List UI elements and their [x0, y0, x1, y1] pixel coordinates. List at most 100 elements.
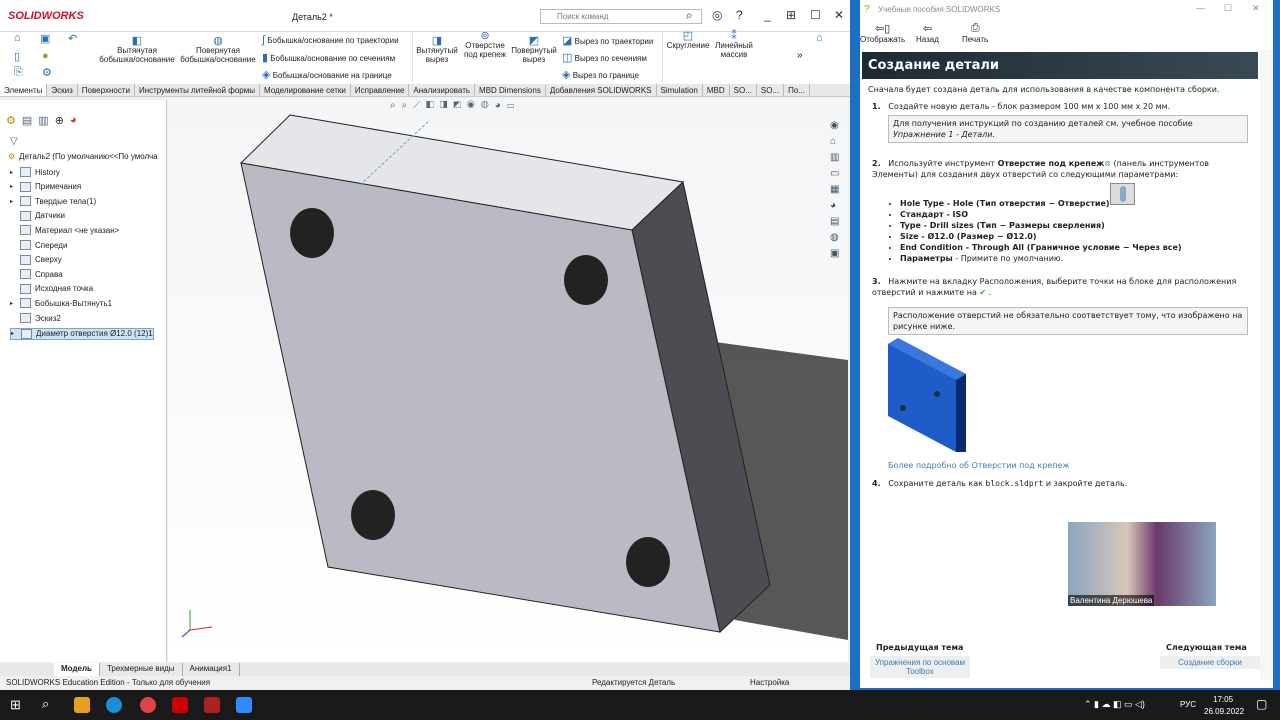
tree-item[interactable]: Датчики [10, 210, 65, 221]
search-icon[interactable]: ⌕ [42, 696, 49, 712]
tree-item[interactable]: Спереди [10, 240, 67, 250]
expand-arrow-icon[interactable]: ▸ [10, 169, 16, 176]
tree-item[interactable]: Исходная точка [10, 283, 93, 294]
command-tab[interactable]: Поверхности [78, 84, 135, 96]
display-manager-tab-icon[interactable]: ◕ [70, 114, 77, 132]
tree-item[interactable]: ▸ History [10, 167, 60, 177]
clock-time[interactable]: 17:05 [1213, 695, 1233, 704]
command-tab[interactable]: Элементы [0, 84, 48, 96]
loft-cut-button[interactable]: ◫ Вырез по сечениям [562, 51, 647, 64]
command-tab[interactable]: MBD Dimensions [475, 84, 546, 96]
linear-pattern-button[interactable]: ⁑ Линейный массив [712, 31, 756, 60]
revolve-cut-button[interactable]: ◩ Повернутый вырез [510, 36, 558, 65]
home-view-icon[interactable]: ⌂ [816, 32, 823, 44]
command-search-input[interactable]: Поиск команд [540, 9, 702, 24]
options-icon[interactable]: ⚙ [42, 66, 52, 79]
expand-arrow-icon[interactable]: ▸ [10, 300, 16, 307]
settings-menu[interactable]: Настройка [750, 678, 789, 687]
boundary-boss-button[interactable]: ◈ Бобышка/основание на границе [262, 68, 392, 81]
home-icon[interactable]: ⌂ [14, 32, 21, 44]
dimxpert-tab-icon[interactable]: ⊕ [55, 114, 64, 132]
save-icon[interactable]: ▣ [40, 32, 50, 45]
tree-item[interactable]: Эскиз2 [10, 313, 61, 323]
command-tab[interactable]: Эскиз [47, 84, 78, 96]
hole-wizard-button[interactable]: ⊚ Отверстие под крепеж [460, 31, 510, 60]
tree-item[interactable]: ▸ Примечания [10, 181, 81, 192]
extrude-boss-button[interactable]: ◧ Вытянутая бобышка/основание [98, 36, 176, 65]
rebuild-icon[interactable]: ● [42, 50, 49, 62]
heads-up-view-toolbar[interactable]: ⌕⌕⟋◧◨◩◉◍◕▭ [390, 100, 520, 111]
clock-date[interactable]: 26.09.2022 [1204, 707, 1244, 716]
maximize-button[interactable]: ☐ [810, 8, 821, 22]
show-button[interactable]: ⇦▯ Отображать [860, 22, 905, 44]
expand-arrow-icon[interactable]: ▸ [11, 330, 17, 337]
extrude-cut-button[interactable]: ◨ Вытянутый вырез [416, 36, 458, 65]
command-tab[interactable]: MBD [703, 84, 730, 96]
expand-arrow-icon[interactable]: ▸ [10, 183, 16, 190]
edge-icon[interactable] [106, 697, 122, 713]
sweep-boss-button[interactable]: ∫ Бобышка/основание по траектории [262, 34, 399, 46]
filter-icon[interactable]: ▽ [10, 136, 18, 147]
back-button[interactable]: ⇦ Назад [916, 22, 939, 44]
new-icon[interactable]: ▯ [14, 50, 20, 63]
expand-arrow-icon[interactable]: ▸ [10, 198, 16, 205]
file-explorer-icon[interactable] [74, 697, 90, 713]
command-tab[interactable]: Simulation [657, 84, 703, 96]
close-button[interactable]: ✕ [834, 8, 844, 22]
model-tab[interactable]: Модель [54, 663, 100, 676]
solidworks-taskbar-icon[interactable] [204, 697, 220, 713]
model-tab[interactable]: Трехмерные виды [100, 663, 183, 676]
graphics-viewport[interactable]: ⌕⌕⟋◧◨◩◉◍◕▭ ◉ ⌂ ▥ ▭ ▦ ◕ ▤ ◍ ▣ [168, 98, 848, 662]
task-pane-tabs[interactable]: ◉ ⌂ ▥ ▭ ▦ ◕ ▤ ◍ ▣ [830, 118, 846, 262]
parameter-item: Параметры - Примите по умолчанию. [900, 253, 1182, 264]
command-tab[interactable]: Добавления SOLIDWORKS [546, 84, 657, 96]
next-topic-link[interactable]: Создание сборки [1160, 656, 1260, 669]
configuration-manager-tab-icon[interactable]: ▥ [38, 114, 48, 132]
sweep-cut-button[interactable]: ◪ Вырез по траектории [562, 34, 653, 47]
open-icon[interactable]: ⎘ [14, 66, 23, 79]
command-tab[interactable]: Моделирование сетки [260, 84, 351, 96]
chrome-icon[interactable] [140, 697, 156, 713]
command-tab[interactable]: Инструменты литейной формы [135, 84, 260, 96]
minimize-button[interactable]: _ [764, 8, 771, 22]
tree-item[interactable]: ▸ Бобышка-Вытянуть1 [10, 298, 112, 309]
revolve-boss-button[interactable]: ◍ Повернутая бобышка/основание [180, 36, 256, 65]
more-info-link[interactable]: Более подробно об Отверстии под крепеж [888, 460, 1070, 471]
start-button[interactable]: ⊞ [10, 697, 21, 713]
close-button[interactable]: ✕ [1252, 3, 1260, 14]
undo-icon[interactable]: ↶ [68, 32, 77, 45]
command-tab[interactable]: SO... [730, 84, 757, 96]
tree-root-part[interactable]: ⚙ Деталь2 (По умолчанию<<По умолча [8, 152, 158, 161]
step-text: Используйте инструмент [888, 159, 998, 168]
tree-item[interactable]: Справа [10, 269, 63, 280]
tree-item[interactable]: ▸ Твердые тела(1) [10, 196, 96, 207]
print-button[interactable]: ⎙ Печать [962, 22, 988, 44]
user-icon[interactable]: ◎ [712, 8, 722, 22]
acrobat-icon[interactable] [172, 697, 188, 713]
command-tab[interactable]: SO... [757, 84, 785, 96]
search-icon[interactable]: ⌕ [686, 8, 693, 23]
zoom-icon[interactable] [236, 697, 252, 713]
feature-manager-tab-icon[interactable]: ⚙ [6, 114, 16, 132]
language-indicator[interactable]: РУС [1180, 700, 1196, 709]
help-icon[interactable]: ? [736, 8, 743, 22]
model-tab[interactable]: Анимация1 [183, 663, 240, 676]
tree-item[interactable]: Материал <не указан> [10, 225, 119, 236]
more-chevron-icon[interactable]: » [797, 50, 803, 61]
loft-boss-button[interactable]: ▮ Бобышка/основание по сечениям [262, 51, 395, 64]
fillet-button[interactable]: ◰ Скругление [664, 31, 712, 51]
tray-icons[interactable]: ⌃ ▮ ☁ ◧ ▭ ◁) [1084, 699, 1145, 710]
tile-button[interactable]: ⊞ [786, 8, 796, 22]
maximize-button[interactable]: ☐ [1224, 3, 1232, 14]
tree-item[interactable]: Сверху [10, 254, 62, 265]
scrollbar[interactable] [1260, 50, 1272, 680]
property-manager-tab-icon[interactable]: ▤ [22, 114, 32, 132]
command-tab[interactable]: По... [784, 84, 810, 96]
command-tab[interactable]: Исправление [351, 84, 410, 96]
previous-topic-link[interactable]: Упражнения по основам Toolbox [870, 656, 970, 678]
notifications-icon[interactable]: ▢ [1256, 697, 1267, 711]
tree-item[interactable]: ▸ Диаметр отверстия Ø12.0 (12)1 [10, 327, 154, 340]
boundary-cut-button[interactable]: ◈ Вырез по границе [562, 68, 639, 81]
command-tab[interactable]: Анализировать [409, 84, 476, 96]
minimize-button[interactable]: — [1196, 3, 1205, 13]
